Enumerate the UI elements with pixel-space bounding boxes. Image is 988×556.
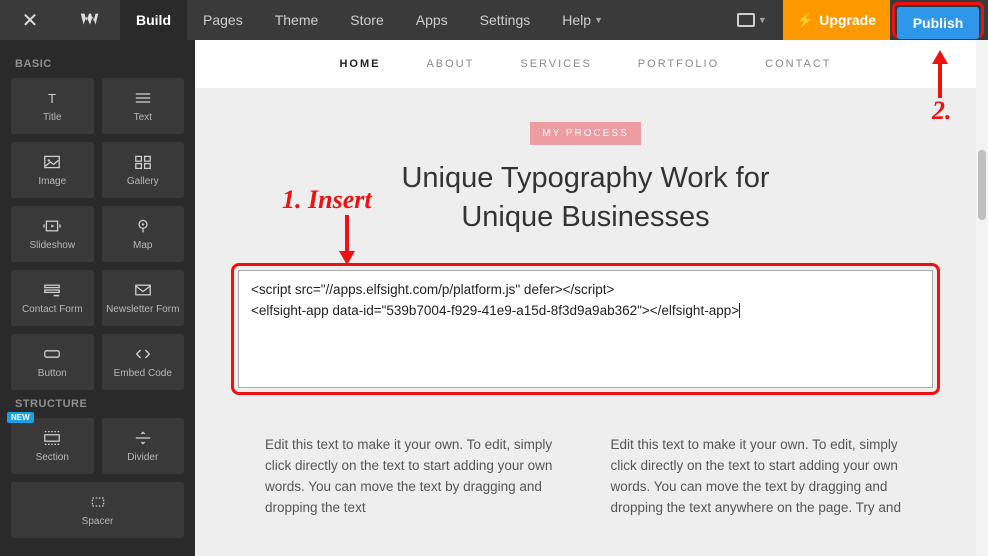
site-nav-portfolio[interactable]: PORTFOLIO	[638, 58, 719, 70]
embed-icon	[133, 346, 153, 365]
publish-button[interactable]: Publish	[897, 7, 979, 39]
hero-badge[interactable]: MY PROCESS	[530, 122, 641, 145]
device-icon	[737, 13, 755, 27]
text-icon	[133, 90, 153, 109]
scrollbar-thumb[interactable]	[978, 150, 986, 220]
tile-button[interactable]: Button	[11, 334, 94, 390]
new-badge: NEW	[7, 412, 34, 423]
editor-canvas: HOME ABOUT SERVICES PORTFOLIO CONTACT MY PRO…	[195, 40, 976, 556]
text-columns: Edit this text to make it your own. To e…	[195, 395, 976, 519]
map-icon	[133, 218, 153, 237]
divider-icon	[133, 430, 153, 449]
tile-divider[interactable]: Divider	[102, 418, 185, 474]
topnav-build[interactable]: Build	[120, 0, 187, 40]
site-nav-about[interactable]: ABOUT	[426, 58, 474, 70]
embed-code-content: <script src="//apps.elfsight.com/p/platf…	[251, 282, 739, 317]
tile-section[interactable]: NEWSection	[11, 418, 94, 474]
embed-code-textarea[interactable]: <script src="//apps.elfsight.com/p/platf…	[238, 270, 933, 388]
slideshow-icon	[42, 218, 62, 237]
gallery-icon	[133, 154, 153, 173]
hero-title-line1: Unique Typography Work for	[401, 162, 769, 194]
tile-label: Section	[36, 453, 69, 463]
newsletter-icon	[133, 282, 153, 301]
tile-label: Newsletter Form	[106, 305, 179, 315]
annotation-publish-highlight: Publish	[892, 2, 984, 38]
topnav-help[interactable]: Help▼	[546, 0, 619, 40]
hero-title-line2: Unique Businesses	[461, 201, 709, 233]
topnav-settings[interactable]: Settings	[464, 0, 547, 40]
svg-text:T: T	[48, 90, 56, 105]
elements-sidebar: BASIC T Title Text Image Gallery Slideshow Map C…	[0, 40, 195, 556]
tile-image[interactable]: Image	[11, 142, 94, 198]
site-nav-services[interactable]: SERVICES	[520, 58, 591, 70]
vertical-scrollbar[interactable]	[976, 40, 988, 556]
tile-label: Gallery	[127, 177, 159, 187]
sidebar-section-basic: BASIC	[15, 58, 184, 70]
tile-label: Spacer	[82, 517, 114, 527]
hero-title[interactable]: Unique Typography Work for Unique Busine…	[195, 159, 976, 237]
image-icon	[42, 154, 62, 173]
weebly-logo[interactable]	[60, 0, 120, 40]
spacer-icon	[88, 494, 108, 513]
tile-label: Text	[134, 113, 152, 123]
tile-label: Title	[43, 113, 62, 123]
topnav-store[interactable]: Store	[334, 0, 399, 40]
topnav-apps[interactable]: Apps	[400, 0, 464, 40]
device-preview-button[interactable]: ▼	[721, 0, 783, 40]
tile-label: Slideshow	[29, 241, 75, 251]
tile-text[interactable]: Text	[102, 78, 185, 134]
tile-title[interactable]: T Title	[11, 78, 94, 134]
annotation-embed-highlight: <script src="//apps.elfsight.com/p/platf…	[231, 263, 940, 395]
text-column-left[interactable]: Edit this text to make it your own. To e…	[265, 435, 561, 519]
tile-gallery[interactable]: Gallery	[102, 142, 185, 198]
upgrade-label: Upgrade	[819, 12, 876, 28]
tile-embed-code[interactable]: Embed Code	[102, 334, 185, 390]
site-nav-contact[interactable]: CONTACT	[765, 58, 831, 70]
tile-slideshow[interactable]: Slideshow	[11, 206, 94, 262]
sidebar-section-structure: STRUCTURE	[15, 398, 184, 410]
tile-contact-form[interactable]: Contact Form	[11, 270, 94, 326]
site-nav-home[interactable]: HOME	[339, 58, 380, 70]
title-icon: T	[42, 90, 62, 109]
tile-label: Contact Form	[22, 305, 83, 315]
tile-label: Image	[38, 177, 66, 187]
hero-section: MY PROCESS Unique Typography Work for Un…	[195, 88, 976, 237]
upgrade-button[interactable]: ⚡ Upgrade	[783, 0, 890, 40]
button-icon	[42, 346, 62, 365]
site-nav: HOME ABOUT SERVICES PORTFOLIO CONTACT	[195, 40, 976, 88]
tile-label: Embed Code	[114, 369, 172, 379]
tile-label: Divider	[127, 453, 158, 463]
tile-label: Map	[133, 241, 152, 251]
tile-spacer[interactable]: Spacer	[11, 482, 184, 538]
contact-form-icon	[42, 282, 62, 301]
tile-newsletter-form[interactable]: Newsletter Form	[102, 270, 185, 326]
tile-map[interactable]: Map	[102, 206, 185, 262]
topnav-pages[interactable]: Pages	[187, 0, 259, 40]
close-button[interactable]: ✕	[0, 0, 60, 40]
tile-label: Button	[38, 369, 67, 379]
publish-label: Publish	[913, 15, 964, 31]
topnav-theme[interactable]: Theme	[259, 0, 335, 40]
bolt-icon: ⚡	[797, 12, 814, 29]
text-column-right[interactable]: Edit this text to make it your own. To e…	[611, 435, 907, 519]
app-topbar: ✕ BuildPagesThemeStoreAppsSettingsHelp▼ …	[0, 0, 988, 40]
section-icon	[42, 430, 62, 449]
